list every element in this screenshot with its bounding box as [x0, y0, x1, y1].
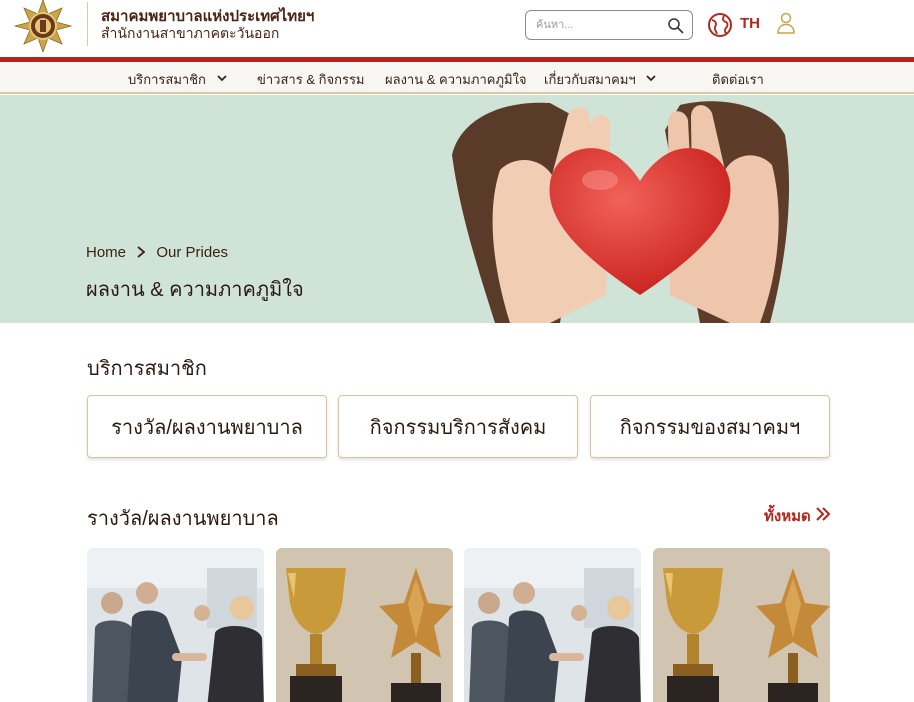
nav-item-about[interactable]: เกี่ยวกับสมาคมฯ [544, 69, 636, 90]
category-button-awards[interactable]: รางวัล/ผลงานพยาบาล [87, 395, 327, 458]
site-header: สมาคมพยาบาลแห่งประเทศไทยฯ สำนักงานสาขาภา… [0, 0, 914, 58]
nav-item-contact[interactable]: ติดต่อเรา [712, 69, 764, 90]
handshake-photo [87, 548, 264, 702]
chevron-down-icon[interactable] [216, 72, 228, 84]
main-nav: บริการสมาชิก ข่าวสาร & กิจกรรม ผลงาน & ค… [0, 62, 914, 94]
hands-heart-image [452, 101, 790, 323]
trophy-photo [653, 548, 830, 702]
section-title: บริการสมาชิก [87, 358, 207, 380]
search-input[interactable] [536, 17, 664, 33]
logo-divider [87, 2, 88, 46]
breadcrumb-home-link[interactable]: Home [86, 244, 126, 261]
breadcrumb: Home Our Prides [86, 243, 228, 261]
association-logo[interactable] [14, 0, 72, 52]
chevron-right-icon [137, 246, 146, 258]
nav-item-news[interactable]: ข่าวสาร & กิจกรรม [257, 69, 365, 90]
page-title: ผลงาน & ความภาคภูมิใจ [86, 279, 304, 301]
nav-item-prides[interactable]: ผลงาน & ความภาคภูมิใจ [385, 69, 527, 90]
award-card[interactable] [653, 548, 830, 702]
see-all-link[interactable]: ทั้งหมด [764, 504, 811, 528]
award-card[interactable] [464, 548, 641, 702]
trophy-photo [276, 548, 453, 702]
awards-section-title: รางวัล/ผลงานพยาบาล [87, 508, 279, 530]
award-card[interactable] [87, 548, 264, 702]
chevron-down-icon[interactable] [645, 72, 657, 84]
category-button-social-service[interactable]: กิจกรรมบริการสังคม [338, 395, 578, 458]
nav-item-member-services[interactable]: บริการสมาชิก [128, 69, 206, 90]
search-icon[interactable] [667, 17, 684, 34]
double-chevron-right-icon[interactable] [814, 505, 832, 523]
award-card[interactable] [276, 548, 453, 702]
search-box[interactable] [525, 10, 693, 40]
category-button-association-activities[interactable]: กิจกรรมของสมาคมฯ [590, 395, 830, 458]
handshake-photo [464, 548, 641, 702]
language-selector[interactable]: TH [740, 15, 760, 32]
user-icon[interactable] [776, 12, 796, 34]
breadcrumb-current: Our Prides [156, 243, 229, 261]
org-branch: สำนักงานสาขาภาคตะวันออก [101, 25, 280, 41]
hero-banner: Home Our Prides ผลงาน & ความภาคภูมิใจ [0, 95, 914, 323]
globe-icon[interactable] [707, 12, 733, 38]
